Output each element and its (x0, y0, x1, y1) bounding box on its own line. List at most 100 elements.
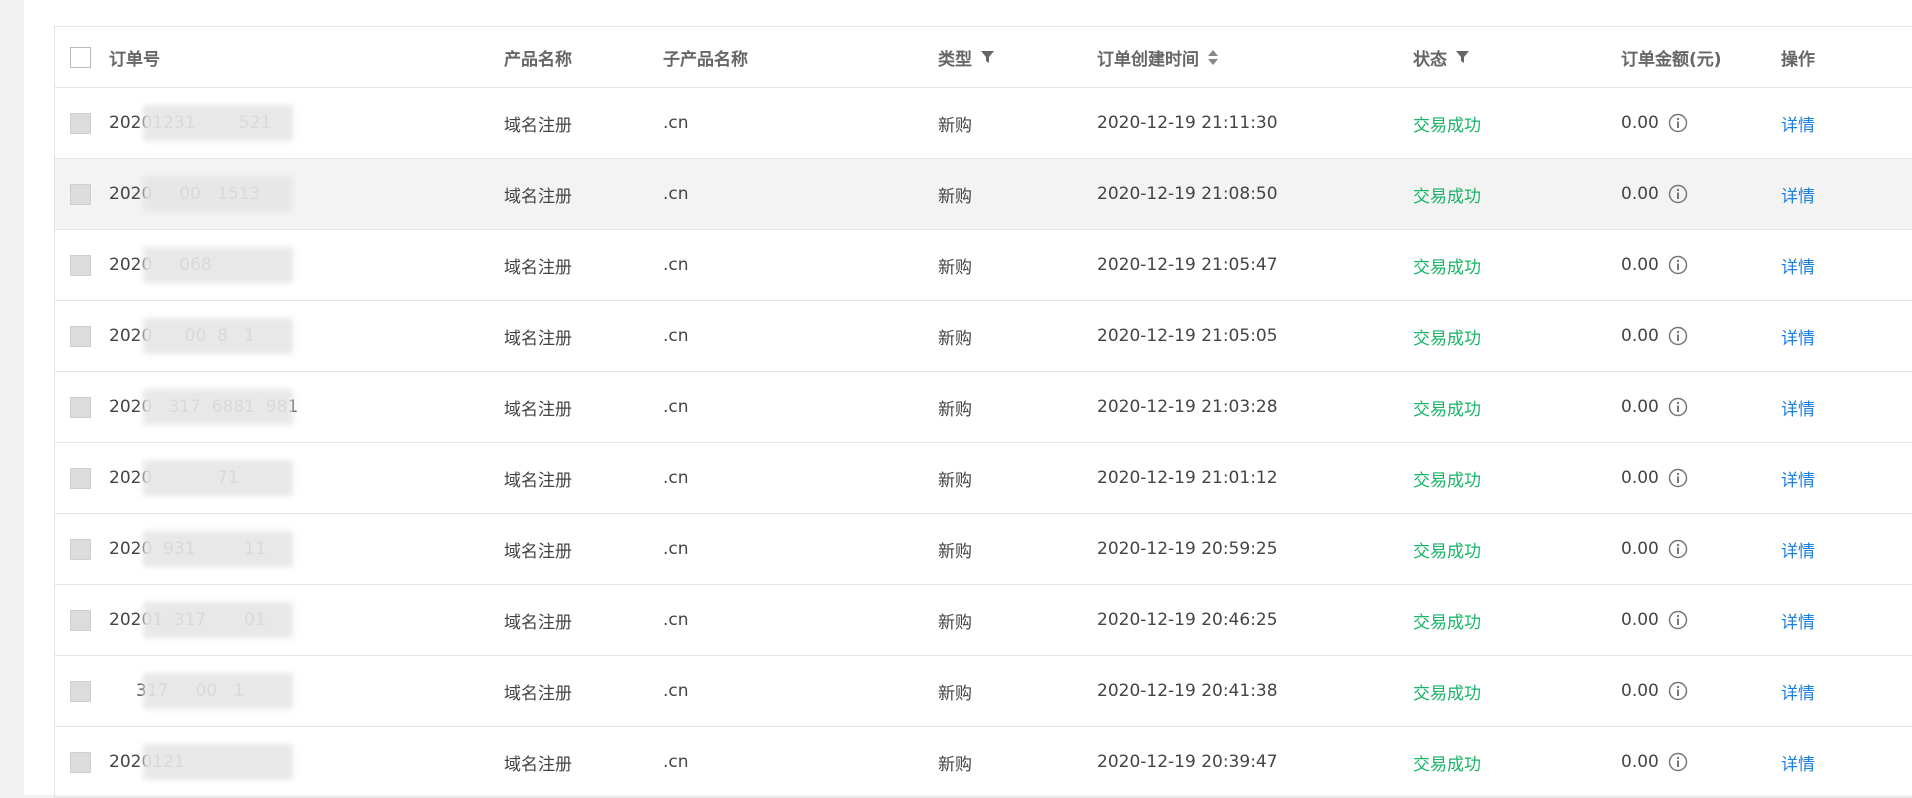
info-icon[interactable] (1668, 681, 1688, 701)
select-all-checkbox[interactable] (70, 46, 91, 68)
amount-cell: 0.00 (1621, 159, 1688, 229)
amount-cell: 0.00 (1621, 656, 1688, 726)
sort-icon[interactable] (1208, 49, 1218, 65)
info-icon[interactable] (1668, 468, 1688, 488)
info-icon[interactable] (1668, 113, 1688, 133)
status-text: 交易成功 (1413, 541, 1481, 562)
created-time: 2020-12-19 20:41:38 (1097, 681, 1278, 701)
info-icon[interactable] (1668, 539, 1688, 559)
amount-cell: 0.00 (1621, 88, 1688, 158)
sub-product-name: .cn (663, 610, 689, 630)
row-checkbox[interactable] (70, 538, 91, 560)
order-type: 新购 (938, 541, 972, 562)
product-name: 域名注册 (504, 754, 572, 775)
order-type: 新购 (938, 257, 972, 278)
filter-icon[interactable] (981, 50, 994, 64)
row-checkbox[interactable] (70, 183, 91, 205)
header-sub-product: 子产品名称 (663, 49, 748, 70)
info-icon[interactable] (1668, 255, 1688, 275)
detail-link[interactable]: 详情 (1781, 159, 1815, 229)
order-id-cell: 20201231 521 (109, 88, 293, 158)
row-select-cell (70, 301, 91, 371)
order-id-cell: 2020 00 8 1 (109, 301, 293, 371)
created-time: 2020-12-19 21:01:12 (1097, 468, 1278, 488)
amount-value: 0.00 (1621, 468, 1659, 488)
filter-icon[interactable] (1456, 50, 1469, 64)
left-rail (0, 0, 24, 795)
header-type-label: 类型 (938, 49, 972, 70)
header-status-label: 状态 (1413, 49, 1447, 70)
row-checkbox[interactable] (70, 467, 91, 489)
table-row[interactable]: 2020 00 8 1 域名注册 .cn 新购 2020-12-19 21:05… (55, 301, 1912, 372)
sub-product-name: .cn (663, 326, 689, 346)
status-text: 交易成功 (1413, 186, 1481, 207)
order-id-cell: 2020 71 (109, 443, 293, 513)
orders-table: 订单号 产品名称 子产品名称 类型 订单创建时间 状态 订单金额(元) 操作 域… (54, 26, 1912, 798)
row-select-cell (70, 159, 91, 229)
select-all-cell (70, 27, 91, 87)
created-time: 2020-12-19 21:08:50 (1097, 184, 1278, 204)
detail-link[interactable]: 详情 (1781, 656, 1815, 726)
table-row[interactable]: 20201231 521 域名注册 .cn 新购 2020-12-19 21:1… (55, 88, 1912, 159)
table-row[interactable]: 2020 00 1513 域名注册 .cn 新购 2020-12-19 21:0… (55, 159, 1912, 230)
row-checkbox[interactable] (70, 325, 91, 347)
order-id-wrap: 2020121 (109, 744, 293, 780)
status-text: 交易成功 (1413, 115, 1481, 136)
amount-cell: 0.00 (1621, 585, 1688, 655)
status-text: 交易成功 (1413, 470, 1481, 491)
amount-value: 0.00 (1621, 752, 1659, 772)
amount-value: 0.00 (1621, 113, 1659, 133)
sub-product-name: .cn (663, 468, 689, 488)
table-row[interactable]: 2020 068 域名注册 .cn 新购 2020-12-19 21:05:47… (55, 230, 1912, 301)
status-text: 交易成功 (1413, 754, 1481, 775)
orders-panel: 订单号 产品名称 子产品名称 类型 订单创建时间 状态 订单金额(元) 操作 域… (24, 0, 1912, 798)
detail-link[interactable]: 详情 (1781, 514, 1815, 584)
order-type: 新购 (938, 115, 972, 136)
row-checkbox[interactable] (70, 396, 91, 418)
detail-link[interactable]: 详情 (1781, 727, 1815, 797)
table-row[interactable]: 317 00 1 域名注册 .cn 新购 2020-12-19 20:41:38… (55, 656, 1912, 727)
detail-link[interactable]: 详情 (1781, 88, 1815, 158)
amount-value: 0.00 (1621, 184, 1659, 204)
detail-link[interactable]: 详情 (1781, 443, 1815, 513)
redaction-mask (143, 389, 293, 425)
detail-link[interactable]: 详情 (1781, 372, 1815, 442)
header-status: 状态 (1413, 27, 1469, 87)
detail-link[interactable]: 详情 (1781, 230, 1815, 300)
row-checkbox[interactable] (70, 112, 91, 134)
row-checkbox[interactable] (70, 254, 91, 276)
sub-product-name: .cn (663, 184, 689, 204)
amount-cell: 0.00 (1621, 443, 1688, 513)
info-icon[interactable] (1668, 752, 1688, 772)
redaction-mask (143, 247, 293, 283)
table-row[interactable]: 2020 931 11 域名注册 .cn 新购 2020-12-19 20:59… (55, 514, 1912, 585)
table-row[interactable]: 20201 317 01 域名注册 .cn 新购 2020-12-19 20:4… (55, 585, 1912, 656)
status-text: 交易成功 (1413, 257, 1481, 278)
detail-link[interactable]: 详情 (1781, 585, 1815, 655)
row-select-cell (70, 230, 91, 300)
redaction-mask (143, 744, 293, 780)
order-id-wrap: 2020 00 8 1 (109, 318, 293, 354)
order-id-wrap: 2020 317 6881 981 (109, 389, 298, 425)
info-icon[interactable] (1668, 397, 1688, 417)
header-action: 操作 (1781, 49, 1815, 70)
table-row[interactable]: 2020 317 6881 981 域名注册 .cn 新购 2020-12-19… (55, 372, 1912, 443)
amount-cell: 0.00 (1621, 514, 1688, 584)
created-time: 2020-12-19 21:05:47 (1097, 255, 1278, 275)
order-type: 新购 (938, 612, 972, 633)
info-icon[interactable] (1668, 610, 1688, 630)
amount-cell: 0.00 (1621, 727, 1688, 797)
info-icon[interactable] (1668, 326, 1688, 346)
table-row[interactable]: 2020121 域名注册 .cn 新购 2020-12-19 20:39:47 … (55, 727, 1912, 798)
order-type: 新购 (938, 683, 972, 704)
row-select-cell (70, 585, 91, 655)
amount-value: 0.00 (1621, 326, 1659, 346)
info-icon[interactable] (1668, 184, 1688, 204)
row-checkbox[interactable] (70, 680, 91, 702)
detail-link[interactable]: 详情 (1781, 301, 1815, 371)
row-checkbox[interactable] (70, 609, 91, 631)
row-select-cell (70, 443, 91, 513)
table-row[interactable]: 2020 71 域名注册 .cn 新购 2020-12-19 21:01:12 … (55, 443, 1912, 514)
row-checkbox[interactable] (70, 751, 91, 773)
header-created: 订单创建时间 (1097, 27, 1218, 87)
